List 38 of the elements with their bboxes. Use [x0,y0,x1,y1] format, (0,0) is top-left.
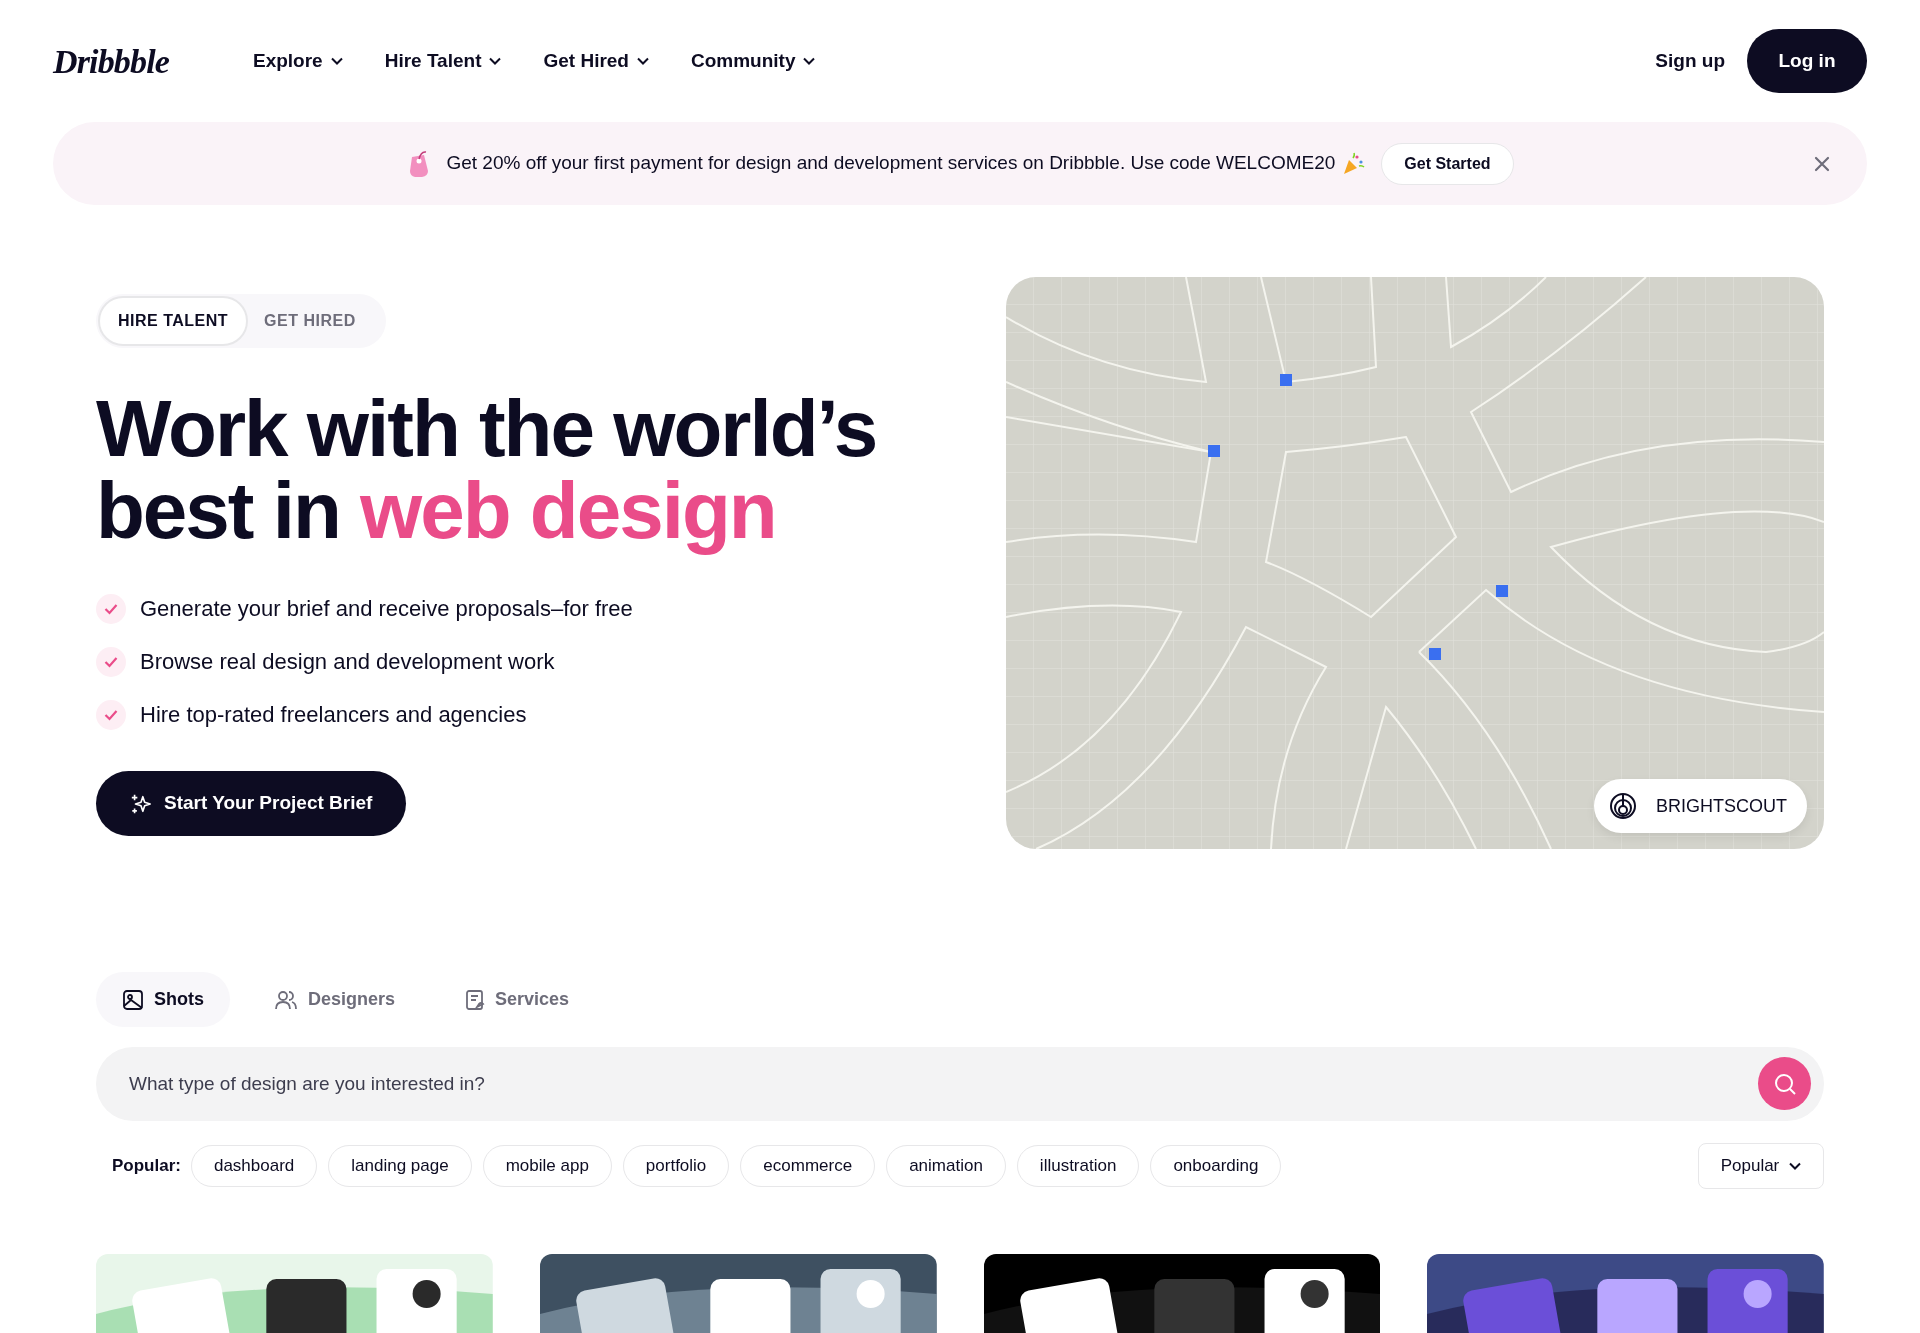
image-icon [122,988,144,1011]
chevron-down-icon [803,57,816,65]
audience-tab[interactable]: HIRE TALENT [98,296,249,346]
party-popper-icon [1341,151,1366,176]
popular-label: Popular: [112,1155,181,1178]
promo-text: Get 20% off your first payment for design and development services on Dribbble. Use code WELCOME20 [446,151,1336,176]
start-project-brief-button[interactable]: Start Your Project Brief [96,771,407,836]
chevron-down-icon [637,57,649,65]
sort-dropdown[interactable]: Popular [1698,1143,1824,1189]
nav-menu-item[interactable]: Community [691,46,816,76]
nav-menu-item[interactable]: Get Hired [543,46,649,76]
search-field[interactable]: What type of design are you interested in? [96,1047,1824,1121]
document-icon [465,988,486,1011]
sparkle-icon [130,792,152,815]
feature-text: Generate your brief and receive proposals–for free [140,595,633,623]
audience-tab[interactable]: GET HIRED [252,296,368,346]
search-tab[interactable]: Shots [96,972,230,1027]
feature-text: Browse real design and development work [140,648,555,676]
spiral-logo-icon [1610,793,1636,819]
check-icon [96,699,126,730]
chevron-down-icon [489,57,502,65]
chevron-down-icon [330,57,343,65]
people-icon [274,988,298,1011]
credit-badge[interactable]: BRIGHTSCOUT [1594,779,1807,833]
sign-up-link[interactable]: Sign up [1655,46,1725,76]
check-icon [96,593,126,624]
search-tab[interactable]: Services [439,972,596,1027]
nav-menu-item[interactable]: Explore [252,46,343,76]
log-in-button[interactable]: Log in [1747,29,1867,93]
nav-menu-item[interactable]: Hire Talent [384,46,502,76]
search-tab[interactable]: Designers [248,972,422,1027]
chevron-down-icon [1789,1162,1802,1170]
logo[interactable]: Dribbble [53,35,169,87]
close-icon[interactable] [1813,155,1831,173]
check-icon [96,646,126,677]
search-icon [1772,1071,1797,1096]
get-started-button[interactable]: Get Started [1381,142,1514,185]
feature-text: Hire top-rated freelancers and agencies [140,701,527,729]
